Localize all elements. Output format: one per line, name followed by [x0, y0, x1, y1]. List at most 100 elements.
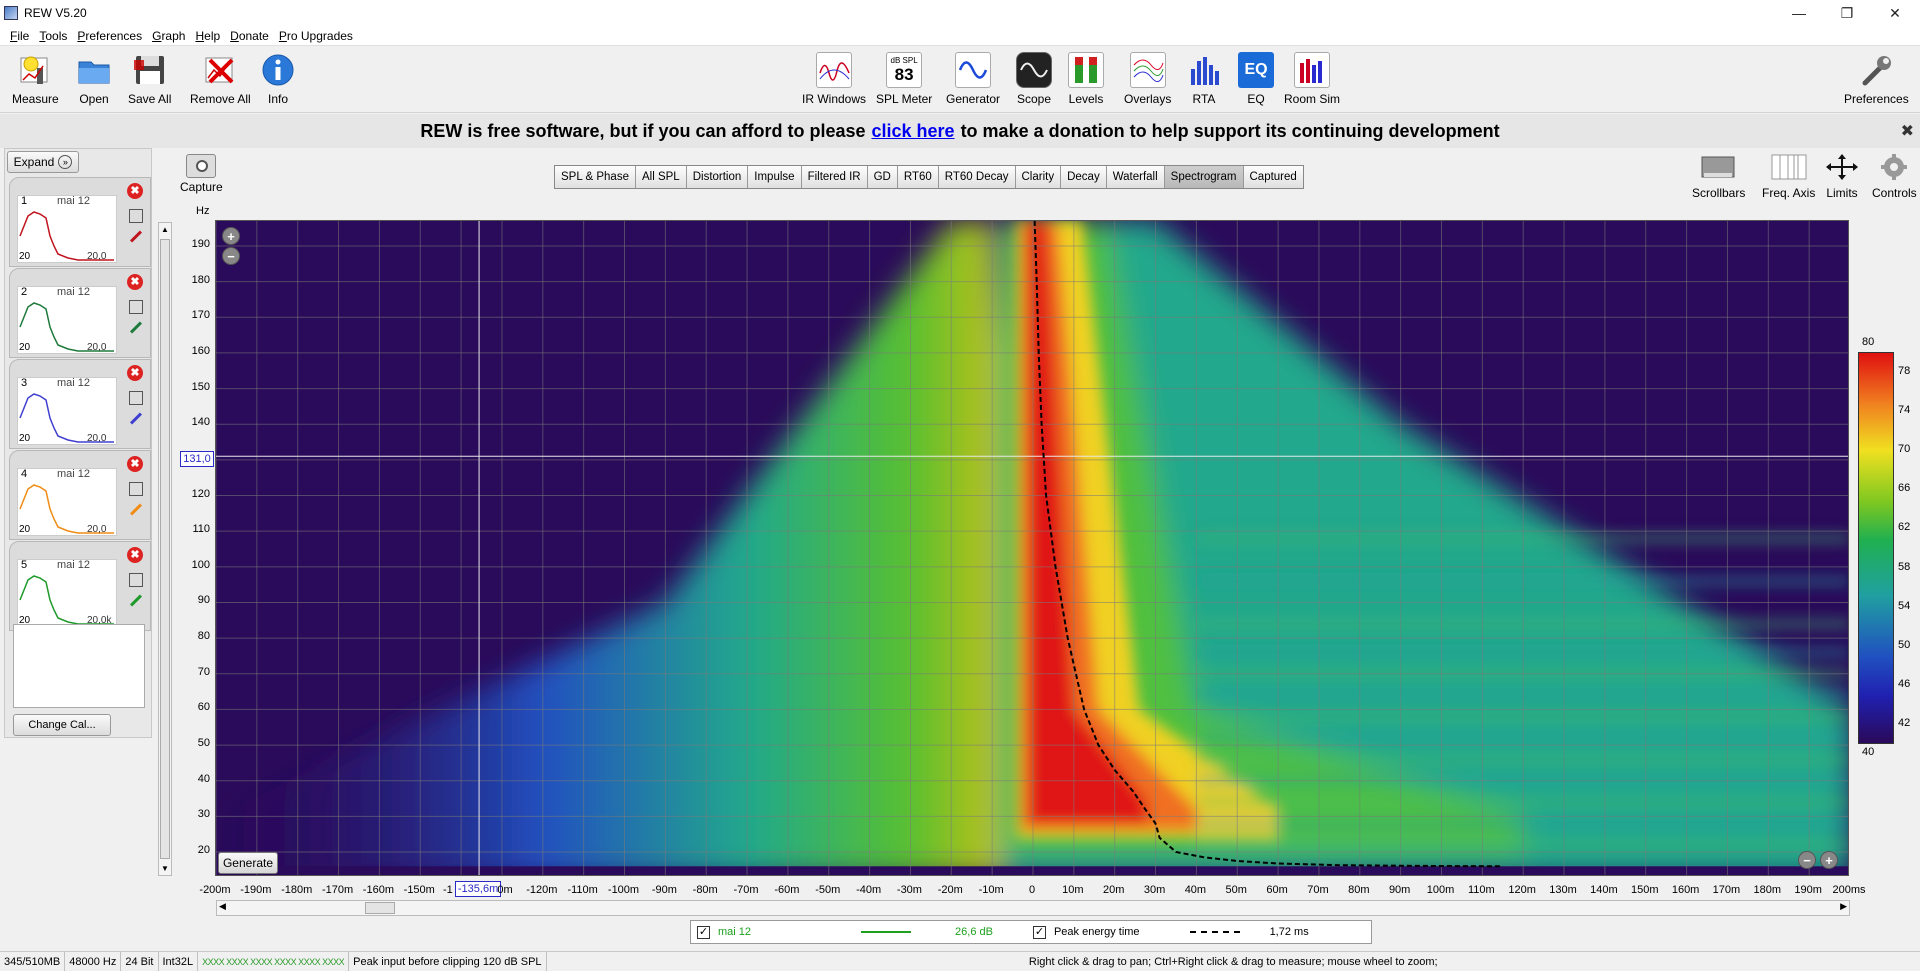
tab-gd[interactable]: GD	[867, 166, 898, 188]
y-tick-label: 70	[197, 665, 210, 678]
tab-rt60-decay[interactable]: RT60 Decay	[938, 166, 1016, 188]
scroll-down-icon[interactable]: ▼	[161, 864, 169, 873]
restore-button[interactable]: ❐	[1824, 0, 1870, 26]
spectrogram-svg	[216, 221, 1848, 875]
tab-filtered-ir[interactable]: Filtered IR	[801, 166, 868, 188]
tab-clarity[interactable]: Clarity	[1015, 166, 1062, 188]
open-button[interactable]: Open	[76, 52, 112, 106]
ir-windows-icon	[816, 52, 852, 88]
measurement-info-icon[interactable]	[129, 482, 143, 496]
menu-file[interactable]: File	[10, 29, 29, 43]
x-tick-label: 30m	[1143, 884, 1166, 896]
capture-button[interactable]: Capture	[180, 154, 223, 194]
x-tick-label: -1	[442, 884, 453, 896]
measurement-item-1[interactable]: 1 mai 12 20 20,0 ✖	[9, 177, 151, 267]
measurement-number: 5	[21, 559, 28, 571]
overlays-label: Overlays	[1124, 92, 1172, 106]
tab-rt60[interactable]: RT60	[897, 166, 939, 188]
zoom-out-y-icon[interactable]: −	[222, 247, 240, 265]
ir-windows-button[interactable]: IR Windows	[802, 52, 866, 106]
measurement-item-5[interactable]: 5 mai 12 20 20,0k ✖	[9, 541, 151, 631]
measurement-item-3[interactable]: 3 mai 12 20 20,0 ✖	[9, 359, 151, 449]
tab-decay[interactable]: Decay	[1061, 166, 1107, 188]
freq-axis-button[interactable]: Freq. Axis	[1762, 152, 1815, 200]
measure-button[interactable]: Measure	[12, 52, 59, 106]
menu-donate[interactable]: Donate	[230, 29, 269, 43]
generator-button[interactable]: Generator	[946, 52, 1000, 106]
notes-area[interactable]	[13, 624, 145, 708]
delete-measurement-icon[interactable]: ✖	[127, 274, 143, 290]
x-tick-label: -100m	[607, 884, 640, 896]
tab-spectrogram[interactable]: Spectrogram	[1164, 166, 1244, 188]
menu-graph[interactable]: Graph	[152, 29, 185, 43]
legend-checkbox-meas[interactable]: ✓	[697, 925, 710, 939]
scope-button[interactable]: Scope	[1016, 52, 1052, 106]
menu-help[interactable]: Help	[195, 29, 220, 43]
generate-button[interactable]: Generate	[218, 852, 278, 874]
measurement-info-icon[interactable]	[129, 300, 143, 314]
measurement-date: mai 12	[57, 195, 91, 207]
horizontal-scrollbar[interactable]: ◀ ▶	[216, 900, 1850, 916]
scroll-up-icon[interactable]: ▲	[161, 225, 169, 234]
tab-distortion[interactable]: Distortion	[686, 166, 749, 188]
limits-button[interactable]: Limits	[1822, 152, 1862, 200]
minimize-button[interactable]: —	[1776, 0, 1822, 26]
spectrogram-plot[interactable]: + − − +	[215, 220, 1849, 876]
zoom-in-x-icon[interactable]: +	[1820, 851, 1838, 869]
tab-all-spl[interactable]: All SPL	[635, 166, 687, 188]
levels-button[interactable]: Levels	[1068, 52, 1104, 106]
delete-measurement-icon[interactable]: ✖	[127, 365, 143, 381]
x-tick-label: -160m	[362, 884, 394, 896]
rta-button[interactable]: RTA	[1186, 52, 1222, 106]
menu-tools[interactable]: Tools	[39, 29, 67, 43]
controls-button[interactable]: Controls	[1872, 152, 1917, 200]
x-tick-label: 10m	[1062, 884, 1084, 896]
preferences-button[interactable]: Preferences	[1844, 52, 1909, 106]
tab-waterfall[interactable]: Waterfall	[1106, 166, 1165, 188]
scrollbars-button[interactable]: Scrollbars	[1692, 152, 1745, 200]
measurement-info-icon[interactable]	[129, 391, 143, 405]
info-button[interactable]: Info	[260, 52, 296, 106]
tab-impulse[interactable]: Impulse	[748, 166, 802, 188]
eq-button[interactable]: EQ EQ	[1238, 52, 1274, 106]
measurement-item-2[interactable]: 2 mai 12 20 20,0 ✖	[9, 268, 151, 358]
banner-close-icon[interactable]: ✖	[1901, 121, 1914, 141]
delete-measurement-icon[interactable]: ✖	[127, 183, 143, 199]
microphone-icon	[17, 52, 53, 88]
room-sim-button[interactable]: Room Sim	[1284, 52, 1340, 106]
x-tick-label: 60m	[1266, 884, 1288, 896]
menu-pro-upgrades[interactable]: Pro Upgrades	[279, 29, 353, 43]
legend-checkbox-peak[interactable]: ✓	[1032, 925, 1046, 939]
expand-button[interactable]: Expand »	[7, 151, 79, 173]
remove-all-button[interactable]: Remove All	[190, 52, 251, 106]
tab-spl-phase[interactable]: SPL & Phase	[555, 166, 636, 188]
colorbar-tick-label: 74	[1898, 403, 1911, 416]
measurement-info-icon[interactable]	[129, 573, 143, 587]
measurement-info-icon[interactable]	[129, 209, 143, 223]
close-button[interactable]: ✕	[1872, 0, 1918, 26]
vertical-scroll-thumb[interactable]	[160, 239, 170, 859]
delete-measurement-icon[interactable]: ✖	[127, 456, 143, 472]
zoom-in-y-icon[interactable]: +	[222, 227, 240, 245]
save-all-button[interactable]: Save All	[128, 52, 171, 106]
x-tick-label: -110m	[567, 884, 598, 896]
scroll-left-icon[interactable]: ◀	[219, 901, 226, 912]
spl-meter-button[interactable]: dB SPL 83 SPL Meter	[876, 52, 932, 106]
freq-axis-icon	[1769, 152, 1809, 182]
scroll-right-icon[interactable]: ▶	[1840, 901, 1847, 912]
x-tick-label: -40m	[856, 884, 882, 896]
menu-preferences[interactable]: Preferences	[77, 29, 142, 43]
overlays-button[interactable]: Overlays	[1124, 52, 1171, 106]
measurement-number: 2	[21, 286, 28, 298]
donate-link[interactable]: click here	[872, 121, 955, 142]
wrench-icon	[1858, 52, 1894, 88]
x-tick-label: 110m	[1467, 884, 1495, 896]
delete-measurement-icon[interactable]: ✖	[127, 547, 143, 563]
zoom-out-x-icon[interactable]: −	[1798, 851, 1816, 869]
horizontal-scroll-thumb[interactable]	[365, 902, 395, 914]
measurement-item-4[interactable]: 4 mai 12 20 20,0 ✖	[9, 450, 151, 540]
vertical-scrollbar[interactable]: ▲ ▼	[158, 222, 172, 876]
change-cal-button[interactable]: Change Cal...	[13, 714, 111, 736]
tab-captured[interactable]: Captured	[1243, 166, 1303, 188]
x-tick-label: 120m	[1508, 884, 1536, 896]
